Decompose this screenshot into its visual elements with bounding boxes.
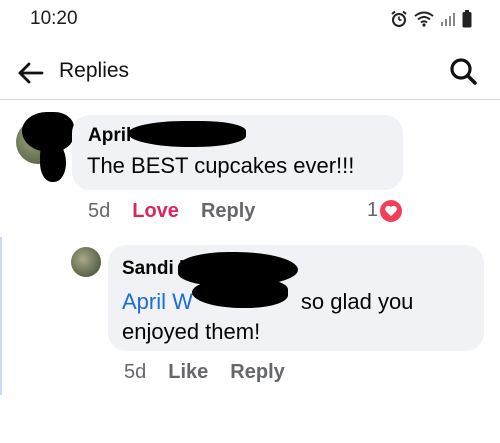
search-button[interactable] bbox=[448, 56, 480, 88]
status-bar: 10:20 bbox=[0, 0, 500, 40]
comment-time: 5d bbox=[88, 200, 111, 222]
reply-text: April Wso glad you enjoyed them! bbox=[122, 287, 472, 347]
reply-author[interactable]: Sandi l bbox=[122, 258, 184, 280]
redaction-mark bbox=[40, 140, 66, 182]
alarm-icon bbox=[390, 10, 408, 28]
heart-icon bbox=[380, 199, 403, 222]
redaction-mark bbox=[128, 121, 246, 147]
like-button[interactable]: Like bbox=[168, 361, 208, 384]
status-time: 10:20 bbox=[30, 8, 78, 29]
search-icon bbox=[450, 58, 477, 85]
reply-bubble[interactable]: Sandi l April Wso glad you enjoyed them! bbox=[108, 245, 484, 351]
reply-mention[interactable]: April W bbox=[122, 289, 193, 314]
status-icons bbox=[390, 10, 472, 28]
love-button[interactable]: Love bbox=[132, 200, 179, 223]
signal-icon bbox=[440, 12, 456, 26]
comment-actions: 5d Love Reply bbox=[88, 200, 277, 223]
reaction-summary[interactable]: 1 bbox=[367, 199, 403, 222]
battery-icon bbox=[462, 10, 472, 28]
redaction-mark bbox=[192, 278, 288, 308]
arrow-left-icon bbox=[18, 62, 44, 84]
wifi-icon bbox=[414, 11, 434, 27]
header: Replies bbox=[0, 44, 500, 100]
page-title: Replies bbox=[59, 59, 130, 82]
back-button[interactable] bbox=[16, 58, 46, 88]
reaction-count: 1 bbox=[367, 199, 379, 221]
thread-line bbox=[0, 237, 2, 395]
reply-button[interactable]: Reply bbox=[230, 361, 284, 384]
reply-actions: 5d Like Reply bbox=[124, 361, 307, 384]
reply-time: 5d bbox=[124, 361, 147, 383]
reply-button[interactable]: Reply bbox=[201, 200, 255, 223]
avatar[interactable] bbox=[71, 247, 101, 277]
comment-text: The BEST cupcakes ever!!! bbox=[87, 153, 355, 178]
